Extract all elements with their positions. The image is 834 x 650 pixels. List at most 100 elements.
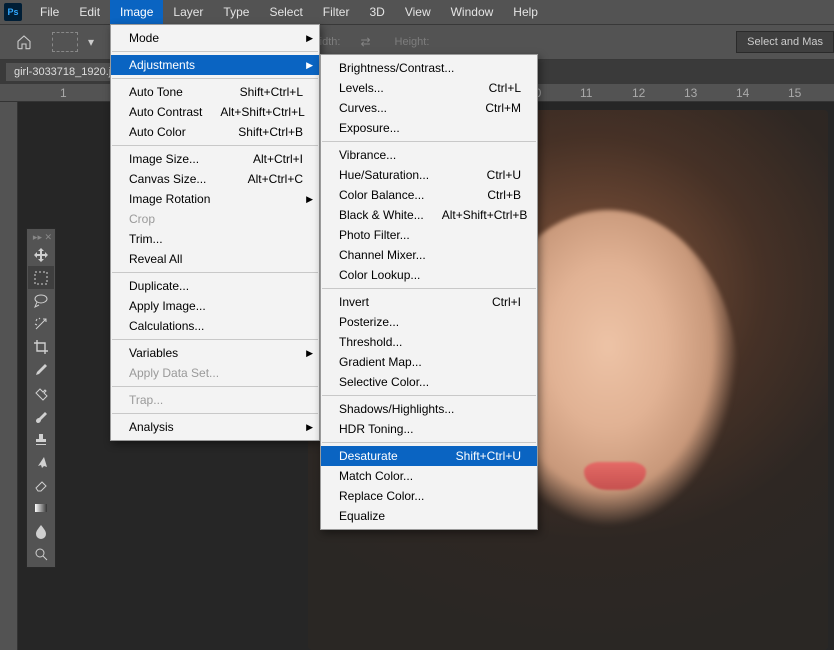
ruler-mark: 15 xyxy=(788,86,801,100)
adjust-menu-hdr-toning[interactable]: HDR Toning... xyxy=(321,419,537,439)
tool-lasso[interactable] xyxy=(28,289,54,312)
adjust-menu-photo-filter[interactable]: Photo Filter... xyxy=(321,225,537,245)
separator xyxy=(112,413,318,414)
ruler-vertical xyxy=(0,102,18,650)
menu-file[interactable]: File xyxy=(30,0,69,24)
home-button[interactable] xyxy=(12,31,36,53)
tools-panel: ▸▸ ✕ xyxy=(26,228,56,568)
separator xyxy=(112,339,318,340)
submenu-arrow-icon: ▶ xyxy=(306,422,313,433)
image-menu-crop: Crop xyxy=(111,209,319,229)
adjust-menu-posterize[interactable]: Posterize... xyxy=(321,312,537,332)
ps-logo: Ps xyxy=(4,3,22,21)
adjust-menu-brightness-contrast[interactable]: Brightness/Contrast... xyxy=(321,58,537,78)
select-mask-button[interactable]: Select and Mas xyxy=(736,31,834,53)
adjust-menu-gradient-map[interactable]: Gradient Map... xyxy=(321,352,537,372)
separator xyxy=(322,141,536,142)
menu-edit[interactable]: Edit xyxy=(69,0,110,24)
adjust-menu-match-color[interactable]: Match Color... xyxy=(321,466,537,486)
submenu-arrow-icon: ▶ xyxy=(306,60,313,71)
adjust-menu-invert[interactable]: InvertCtrl+I xyxy=(321,292,537,312)
image-menu-auto-contrast[interactable]: Auto ContrastAlt+Shift+Ctrl+L xyxy=(111,102,319,122)
tool-history[interactable] xyxy=(28,450,54,473)
menu-type[interactable]: Type xyxy=(213,0,259,24)
tool-move[interactable] xyxy=(28,243,54,266)
menu-view[interactable]: View xyxy=(395,0,441,24)
adjust-menu-threshold[interactable]: Threshold... xyxy=(321,332,537,352)
image-menu-adjustments[interactable]: Adjustments▶ xyxy=(111,55,319,75)
adjust-menu-color-balance[interactable]: Color Balance...Ctrl+B xyxy=(321,185,537,205)
tool-eraser[interactable] xyxy=(28,473,54,496)
tool-eyedrop[interactable] xyxy=(28,358,54,381)
image-menu-auto-tone[interactable]: Auto ToneShift+Ctrl+L xyxy=(111,82,319,102)
adjust-menu-vibrance[interactable]: Vibrance... xyxy=(321,145,537,165)
tool-wand[interactable] xyxy=(28,312,54,335)
ruler-mark: 1 xyxy=(60,86,67,100)
image-menu-duplicate[interactable]: Duplicate... xyxy=(111,276,319,296)
adjust-menu-color-lookup[interactable]: Color Lookup... xyxy=(321,265,537,285)
adjust-menu-desaturate[interactable]: DesaturateShift+Ctrl+U xyxy=(321,446,537,466)
separator xyxy=(112,51,318,52)
image-menu-image-rotation[interactable]: Image Rotation▶ xyxy=(111,189,319,209)
submenu-arrow-icon: ▶ xyxy=(306,194,313,205)
image-menu-reveal-all[interactable]: Reveal All xyxy=(111,249,319,269)
image-menu-trim[interactable]: Trim... xyxy=(111,229,319,249)
menu-layer[interactable]: Layer xyxy=(163,0,213,24)
panel-collapse-icon[interactable]: ▸▸ ✕ xyxy=(27,231,55,243)
document-tab[interactable]: girl-3033718_1920.j xyxy=(6,63,119,81)
adjust-menu-selective-color[interactable]: Selective Color... xyxy=(321,372,537,392)
menu-3d[interactable]: 3D xyxy=(359,0,394,24)
adjust-menu-channel-mixer[interactable]: Channel Mixer... xyxy=(321,245,537,265)
adjust-menu-exposure[interactable]: Exposure... xyxy=(321,118,537,138)
adjust-menu-equalize[interactable]: Equalize xyxy=(321,506,537,526)
menu-image[interactable]: Image xyxy=(110,0,163,24)
menu-help[interactable]: Help xyxy=(503,0,548,24)
menu-filter[interactable]: Filter xyxy=(313,0,360,24)
image-menu-auto-color[interactable]: Auto ColorShift+Ctrl+B xyxy=(111,122,319,142)
separator xyxy=(322,288,536,289)
menu-window[interactable]: Window xyxy=(441,0,504,24)
image-menu-analysis[interactable]: Analysis▶ xyxy=(111,417,319,437)
image-menu-apply-image[interactable]: Apply Image... xyxy=(111,296,319,316)
menu-select[interactable]: Select xyxy=(259,0,312,24)
image-menu-trap: Trap... xyxy=(111,390,319,410)
submenu-arrow-icon: ▶ xyxy=(306,33,313,44)
separator xyxy=(112,272,318,273)
image-menu-dropdown: Mode▶Adjustments▶Auto ToneShift+Ctrl+LAu… xyxy=(110,24,320,441)
tool-heal[interactable] xyxy=(28,381,54,404)
tool-marquee[interactable] xyxy=(28,266,54,289)
image-menu-apply-data-set: Apply Data Set... xyxy=(111,363,319,383)
ruler-mark: 14 xyxy=(736,86,749,100)
adjust-menu-hue-saturation[interactable]: Hue/Saturation...Ctrl+U xyxy=(321,165,537,185)
adjust-menu-black-white[interactable]: Black & White...Alt+Shift+Ctrl+B xyxy=(321,205,537,225)
ruler-mark: 13 xyxy=(684,86,697,100)
marquee-preset-icon[interactable] xyxy=(52,32,78,52)
tool-dodge[interactable] xyxy=(28,542,54,565)
image-menu-variables[interactable]: Variables▶ xyxy=(111,343,319,363)
adjust-menu-replace-color[interactable]: Replace Color... xyxy=(321,486,537,506)
dropdown-caret-icon[interactable]: ▾ xyxy=(88,35,94,49)
separator xyxy=(322,442,536,443)
tool-blur[interactable] xyxy=(28,519,54,542)
ruler-mark: 11 xyxy=(580,86,592,100)
separator xyxy=(112,145,318,146)
separator xyxy=(112,386,318,387)
image-menu-mode[interactable]: Mode▶ xyxy=(111,28,319,48)
image-menu-calculations[interactable]: Calculations... xyxy=(111,316,319,336)
adjust-menu-shadows-highlights[interactable]: Shadows/Highlights... xyxy=(321,399,537,419)
adjust-menu-levels[interactable]: Levels...Ctrl+L xyxy=(321,78,537,98)
adjustments-submenu: Brightness/Contrast...Levels...Ctrl+LCur… xyxy=(320,54,538,530)
image-menu-image-size[interactable]: Image Size...Alt+Ctrl+I xyxy=(111,149,319,169)
menubar: Ps FileEditImageLayerTypeSelectFilter3DV… xyxy=(0,0,834,24)
submenu-arrow-icon: ▶ xyxy=(306,348,313,359)
separator xyxy=(112,78,318,79)
tool-stamp[interactable] xyxy=(28,427,54,450)
tool-crop[interactable] xyxy=(28,335,54,358)
ruler-mark: 12 xyxy=(632,86,645,100)
image-menu-canvas-size[interactable]: Canvas Size...Alt+Ctrl+C xyxy=(111,169,319,189)
separator xyxy=(322,395,536,396)
tool-gradient[interactable] xyxy=(28,496,54,519)
tool-brush[interactable] xyxy=(28,404,54,427)
swap-dims-icon[interactable]: ⇄ xyxy=(360,35,370,49)
adjust-menu-curves[interactable]: Curves...Ctrl+M xyxy=(321,98,537,118)
